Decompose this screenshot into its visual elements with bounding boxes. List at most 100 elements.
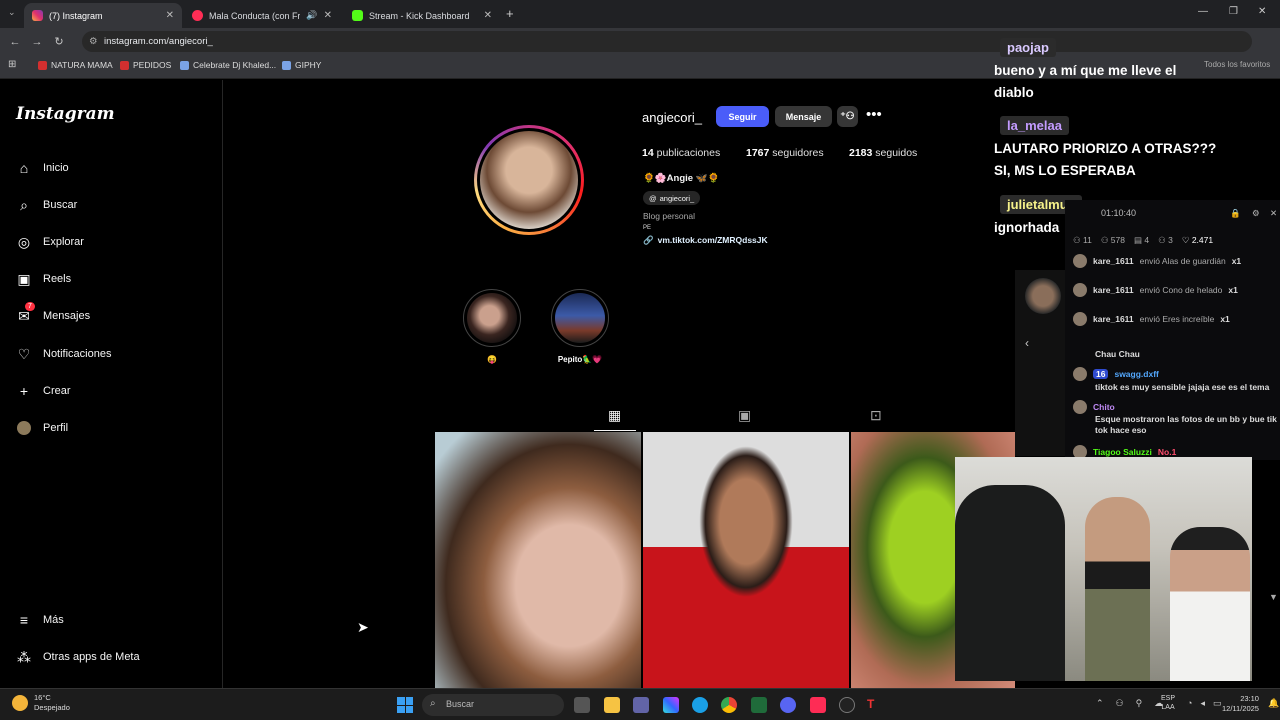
sidebar-item-inicio[interactable]: ⌂ Inicio [15, 159, 69, 177]
language-indicator[interactable]: ESP LAA [1161, 694, 1175, 712]
mic-icon: ⚲ [1135, 698, 1143, 708]
sidebar-item-meta-apps[interactable]: ⁂ Otras apps de Meta [15, 648, 140, 666]
close-tab-icon[interactable]: ✕ [166, 10, 174, 21]
post-thumbnail[interactable] [435, 432, 641, 688]
forward-icon[interactable]: → [26, 36, 48, 48]
quick-settings[interactable]: ◔ ◂ ▭ [1187, 698, 1221, 709]
tab-label: Mala Conducta (con Franco [209, 10, 301, 21]
apps-grid-icon[interactable]: ⊞ [8, 59, 16, 70]
sidebar-item-perfil[interactable]: Perfil [15, 419, 68, 437]
message-button[interactable]: Mensaje [775, 106, 832, 127]
teams-icon[interactable] [633, 697, 649, 713]
stat-value: 578 [1110, 235, 1125, 245]
more-options-icon[interactable]: ••• [866, 106, 882, 123]
gift-text: envió Cono de helado [1139, 285, 1223, 295]
chrome-icon[interactable] [721, 697, 737, 713]
bookmark-icon [38, 60, 47, 70]
lang-top: ESP [1161, 695, 1176, 702]
collapse-chevron-icon[interactable]: ‹ [1025, 336, 1029, 350]
avatar-icon [15, 419, 33, 437]
speaker-icon[interactable]: 🔊 [306, 10, 317, 21]
sidebar-item-mensajes[interactable]: ✉ 7 Mensajes [15, 302, 90, 325]
following-count[interactable]: 2183 seguidos [849, 147, 917, 159]
back-icon[interactable]: ← [4, 36, 26, 48]
copilot-icon[interactable] [663, 697, 679, 713]
streamer-avatar[interactable] [1025, 278, 1061, 314]
close-tab-icon[interactable]: ✕ [484, 10, 492, 21]
post-thumbnail[interactable] [643, 432, 849, 688]
edge-icon[interactable] [692, 697, 708, 713]
stat-value: 3 [1168, 235, 1173, 245]
clock[interactable]: 23:10 12/11/2025 [1222, 694, 1259, 714]
notification-bell-icon[interactable]: 🔔 [1268, 698, 1279, 709]
site-info-icon[interactable]: ⚙ [89, 31, 98, 52]
all-bookmarks[interactable]: Todos los favoritos [1204, 60, 1270, 69]
bookmark-natura[interactable]: NATURA MAMA [38, 60, 113, 70]
posts-grid-tab[interactable]: ▦ [608, 407, 621, 424]
text-app-icon[interactable]: T [867, 697, 883, 713]
lock-icon[interactable]: 🔒 [1230, 208, 1241, 219]
tab-kick[interactable]: Stream - Kick Dashboard ✕ [344, 3, 500, 28]
start-button[interactable] [397, 697, 413, 713]
active-tab-indicator [594, 430, 636, 431]
chat-user: Tiagoo Saluzzi [1093, 447, 1152, 457]
sidebar-item-reels[interactable]: ▣ Reels [15, 270, 71, 288]
reload-icon[interactable]: ↻ [48, 35, 70, 48]
tab-search-icon[interactable]: ⌄ [8, 7, 16, 18]
person [1170, 527, 1250, 681]
sidebar-item-explorar[interactable]: ◎ Explorar [15, 233, 84, 251]
new-tab-icon[interactable]: + [506, 6, 514, 21]
tab-instagram[interactable]: (7) Instagram ✕ [24, 3, 182, 28]
scroll-down-icon[interactable]: ▼ [1269, 592, 1278, 602]
address-bar[interactable]: ⚙ instagram.com/angiecori_ [82, 31, 1252, 52]
sidebar-item-label: Perfil [43, 422, 69, 434]
excel-icon[interactable] [751, 697, 767, 713]
instagram-favicon-icon [32, 10, 43, 21]
instagram-logo[interactable]: Instagram [16, 104, 115, 124]
weather-widget[interactable]: 16°C Despejado [12, 693, 70, 713]
taskbar-search[interactable]: ⌕ Buscar [422, 694, 564, 716]
maximize-icon[interactable]: ❐ [1229, 6, 1238, 17]
chevron-up-icon[interactable]: ⌃ [1096, 698, 1104, 709]
gift-text: envió Alas de guardián [1139, 256, 1226, 266]
system-tray[interactable]: ⌃ ⚇ ⚲ ☁ [1096, 698, 1163, 709]
close-window-icon[interactable]: ✕ [1258, 6, 1266, 17]
tab-youtube[interactable]: Mala Conducta (con Franco 🔊 ✕ [184, 3, 340, 28]
file-explorer-icon[interactable] [604, 697, 620, 713]
sidebar-item-buscar[interactable]: ⌕ Buscar [15, 196, 77, 214]
obs-icon[interactable] [839, 697, 855, 713]
sidebar-item-notificaciones[interactable]: ♡ Notificaciones [15, 345, 112, 363]
bookmark-pedidos[interactable]: PEDIDOS [120, 60, 171, 70]
discord-icon[interactable] [780, 697, 796, 713]
followers-count[interactable]: 1767 seguidores [746, 147, 824, 159]
bookmark-giphy[interactable]: GIPHY [282, 60, 321, 70]
follow-button[interactable]: Seguir [716, 106, 769, 127]
profile-link[interactable]: 🔗 vm.tiktok.com/ZMRQdssJK [643, 235, 768, 246]
sidebar-item-mas[interactable]: ≡ Más [15, 611, 64, 629]
threads-badge[interactable]: @ angiecori_ [643, 191, 701, 205]
close-icon[interactable]: ✕ [1270, 208, 1277, 219]
avatar-photo [477, 128, 581, 232]
settings-icon[interactable]: ⚙ [1252, 208, 1260, 219]
user-avatar [1073, 312, 1087, 326]
close-tab-icon[interactable]: ✕ [324, 10, 332, 21]
mouse-cursor-icon: ➤ [357, 619, 369, 635]
volume-icon: ◂ [1200, 698, 1205, 708]
viewers-stat: ⚇ 11 [1073, 235, 1092, 245]
highlight-1[interactable] [463, 289, 521, 347]
task-view-icon[interactable] [574, 697, 590, 713]
profile-username: angiecori_ [642, 110, 702, 125]
profile-avatar[interactable] [474, 125, 584, 235]
sidebar-item-crear[interactable]: + Crear [15, 382, 71, 400]
minimize-icon[interactable]: — [1198, 6, 1208, 17]
chat-username: la_melaa [1000, 116, 1069, 135]
stat-value: 2.471 [1191, 235, 1214, 245]
highlight-2[interactable] [551, 289, 609, 347]
followers-label: seguidores [772, 147, 824, 159]
sidebar-item-label: Reels [43, 273, 72, 285]
tagged-tab[interactable]: ⊡ [870, 407, 882, 424]
reels-tab[interactable]: ▣ [738, 407, 751, 424]
suggested-users-button[interactable]: ⁺⚇ [837, 106, 858, 127]
tiktok-icon[interactable] [810, 697, 826, 713]
bookmark-celebrate[interactable]: Celebrate Dj Khaled... [180, 60, 276, 70]
